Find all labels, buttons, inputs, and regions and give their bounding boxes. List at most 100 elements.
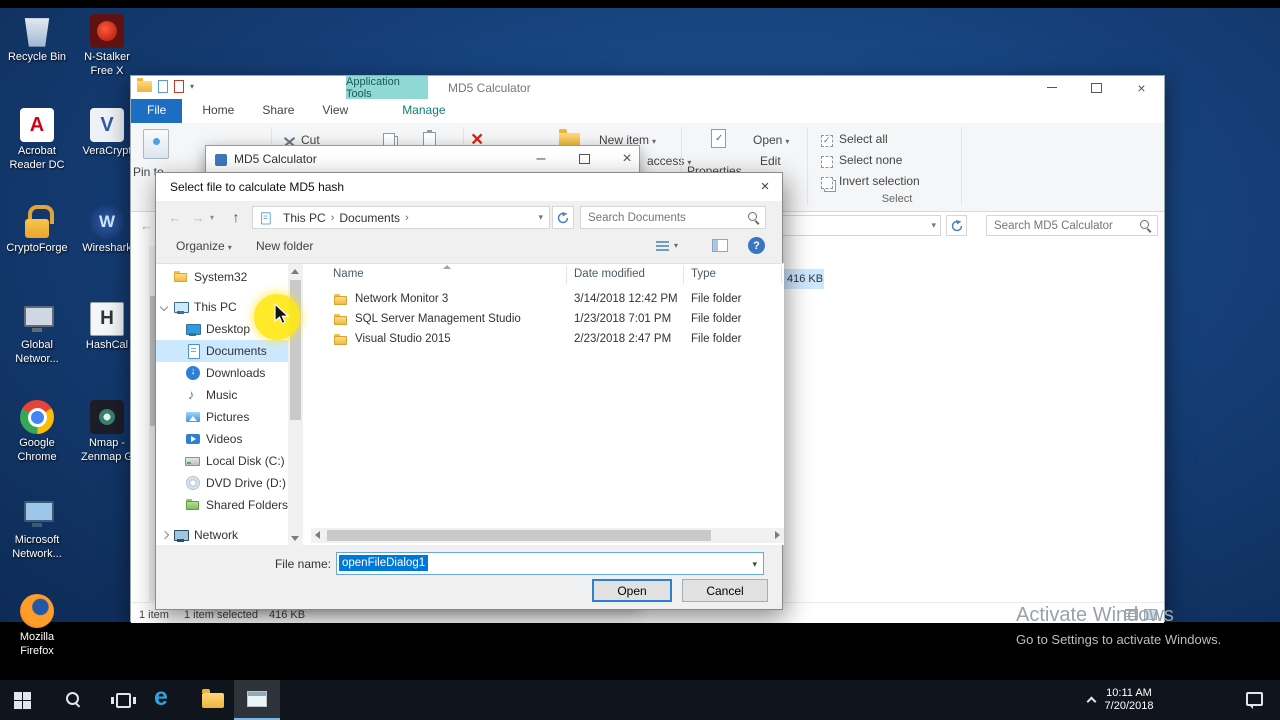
tab-file[interactable]: File	[131, 99, 183, 123]
breadcrumb-this-pc[interactable]: This PC	[278, 211, 331, 225]
contextual-tab-application-tools[interactable]: Application Tools	[346, 76, 428, 100]
scroll-right-icon[interactable]	[775, 531, 780, 539]
select-none-icon[interactable]	[821, 156, 833, 168]
desktop-icon-acrobat[interactable]: Acrobat Reader DC	[4, 108, 70, 173]
select-all-icon[interactable]	[821, 135, 833, 147]
edit-button[interactable]: Edit	[760, 154, 781, 168]
open-button[interactable]: Open	[753, 133, 789, 147]
invert-selection-icon[interactable]	[821, 177, 833, 189]
select-all-button[interactable]: Select all	[839, 132, 888, 146]
recent-locations-icon[interactable]: ▾	[210, 213, 214, 222]
up-icon[interactable]: ↑	[226, 207, 246, 227]
preview-pane-icon[interactable]	[712, 239, 728, 252]
horizontal-scrollbar[interactable]	[311, 528, 784, 543]
taskbar-search-icon[interactable]	[66, 692, 82, 708]
file-explorer-icon[interactable]	[202, 689, 224, 708]
easy-access-button[interactable]: access	[647, 154, 691, 168]
tray-expand-icon[interactable]	[1086, 696, 1097, 707]
sidebar-item-pictures[interactable]: Pictures	[156, 406, 288, 428]
start-button[interactable]	[14, 692, 31, 709]
refresh-button[interactable]	[552, 206, 574, 229]
videos-icon	[185, 431, 201, 447]
sidebar-item-documents[interactable]: Documents	[156, 340, 288, 362]
desktop-icon-cryptoforge[interactable]: CryptoForge	[4, 205, 70, 256]
pictures-icon	[185, 409, 201, 425]
desktop-icon-label: CryptoForge	[6, 242, 68, 254]
chevron-right-icon[interactable]: ›	[405, 212, 409, 224]
open-button[interactable]: Open	[592, 579, 672, 602]
maximize-button[interactable]	[569, 146, 599, 172]
tab-share[interactable]: Share	[248, 99, 308, 123]
notification-center-icon[interactable]	[1246, 692, 1263, 709]
customize-toolbar-icon[interactable]: ▾	[190, 82, 194, 91]
pin-to-quick-access-icon[interactable]	[143, 129, 169, 159]
address-dropdown-icon[interactable]: ▾	[538, 212, 543, 223]
chevron-down-icon[interactable]: ▾	[752, 559, 757, 570]
tree-chevron-open-icon[interactable]	[159, 302, 169, 312]
change-view-icon[interactable]	[656, 241, 669, 252]
file-name-value[interactable]: openFileDialog1	[339, 555, 429, 571]
back-icon[interactable]: ←	[164, 206, 186, 228]
file-row-sql-server-management-studio[interactable]: SQL Server Management Studio 1/23/2018 7:…	[311, 310, 784, 330]
desktop-icon-nstalker[interactable]: N-Stalker Free X	[74, 14, 140, 79]
search-icon[interactable]	[1139, 219, 1152, 232]
tab-home[interactable]: Home	[188, 99, 248, 123]
sidebar-item-system32[interactable]: System32	[156, 266, 288, 288]
scrollbar-thumb[interactable]	[327, 530, 711, 541]
task-view-icon[interactable]	[111, 693, 136, 708]
address-dropdown-icon[interactable]: ▾	[931, 220, 936, 231]
invert-selection-button[interactable]: Invert selection	[839, 174, 920, 188]
scroll-up-icon[interactable]	[291, 269, 299, 274]
close-button[interactable]: ×	[612, 146, 642, 172]
properties-icon[interactable]	[158, 80, 168, 93]
properties-icon[interactable]	[711, 129, 726, 148]
column-date-modified[interactable]: Date modified	[574, 268, 645, 280]
close-button[interactable]: ×	[1119, 76, 1164, 99]
desktop-icon-global-network[interactable]: Global Networ...	[4, 302, 70, 367]
desktop-icon-recycle-bin[interactable]: Recycle Bin	[4, 14, 70, 65]
sidebar-item-music[interactable]: Music	[156, 384, 288, 406]
new-folder-icon[interactable]	[174, 80, 184, 93]
scroll-down-icon[interactable]	[291, 536, 299, 541]
taskbar-clock[interactable]: 10:11 AM 7/20/2018	[1096, 687, 1162, 713]
sidebar-item-dvd-drive-d-c[interactable]: DVD Drive (D:) C	[156, 472, 288, 494]
close-button[interactable]: ×	[748, 173, 782, 199]
back-icon[interactable]: ←	[136, 215, 157, 236]
edge-icon[interactable]: e	[154, 683, 168, 712]
sidebar-item-videos[interactable]: Videos	[156, 428, 288, 450]
breadcrumb-documents[interactable]: Documents	[334, 211, 405, 225]
explorer-search-input[interactable]: Search MD5 Calculator	[986, 215, 1158, 236]
column-name[interactable]: Name	[333, 268, 364, 280]
help-icon[interactable]: ?	[748, 237, 765, 254]
file-row-network-monitor-3[interactable]: Network Monitor 3 3/14/2018 12:42 PM File …	[311, 290, 784, 310]
file-name-input[interactable]: openFileDialog1 ▾	[336, 552, 764, 575]
forward-icon[interactable]: →	[187, 206, 209, 228]
dialog-search-input[interactable]: Search Documents	[580, 206, 766, 229]
new-folder-button[interactable]: New folder	[256, 239, 313, 253]
sidebar-item-network[interactable]: Network	[156, 524, 288, 546]
refresh-button[interactable]	[946, 215, 967, 236]
desktop-icon-ms-network[interactable]: Microsoft Network...	[4, 497, 70, 562]
active-app-button[interactable]	[234, 680, 280, 720]
tab-manage[interactable]: Manage	[388, 99, 459, 123]
minimize-button[interactable]: –	[526, 146, 556, 172]
maximize-button[interactable]	[1074, 76, 1119, 99]
column-type[interactable]: Type	[691, 268, 716, 280]
sidebar-item-downloads[interactable]: Downloads	[156, 362, 288, 384]
organize-button[interactable]: Organize	[176, 239, 232, 253]
tree-chevron-closed-icon[interactable]	[160, 530, 170, 540]
minimize-button[interactable]	[1029, 76, 1074, 99]
desktop-icon-firefox[interactable]: Mozilla Firefox	[4, 594, 70, 659]
select-none-button[interactable]: Select none	[839, 153, 902, 167]
sidebar-item-shared-folders[interactable]: Shared Folders (	[156, 494, 288, 516]
search-icon[interactable]	[747, 211, 760, 224]
scroll-left-icon[interactable]	[315, 531, 320, 539]
breadcrumb[interactable]: This PC › Documents › ▾	[252, 206, 550, 229]
change-view-dropdown-icon[interactable]: ▾	[674, 241, 678, 250]
tab-view[interactable]: View	[308, 99, 362, 123]
cancel-button[interactable]: Cancel	[682, 579, 768, 602]
sidebar-item-local-disk-c[interactable]: Local Disk (C:)	[156, 450, 288, 472]
folder-icon[interactable]	[137, 78, 152, 92]
desktop-icon-chrome[interactable]: Google Chrome	[4, 400, 70, 465]
file-row-visual-studio-2015[interactable]: Visual Studio 2015 2/23/2018 2:47 PM File …	[311, 330, 784, 350]
